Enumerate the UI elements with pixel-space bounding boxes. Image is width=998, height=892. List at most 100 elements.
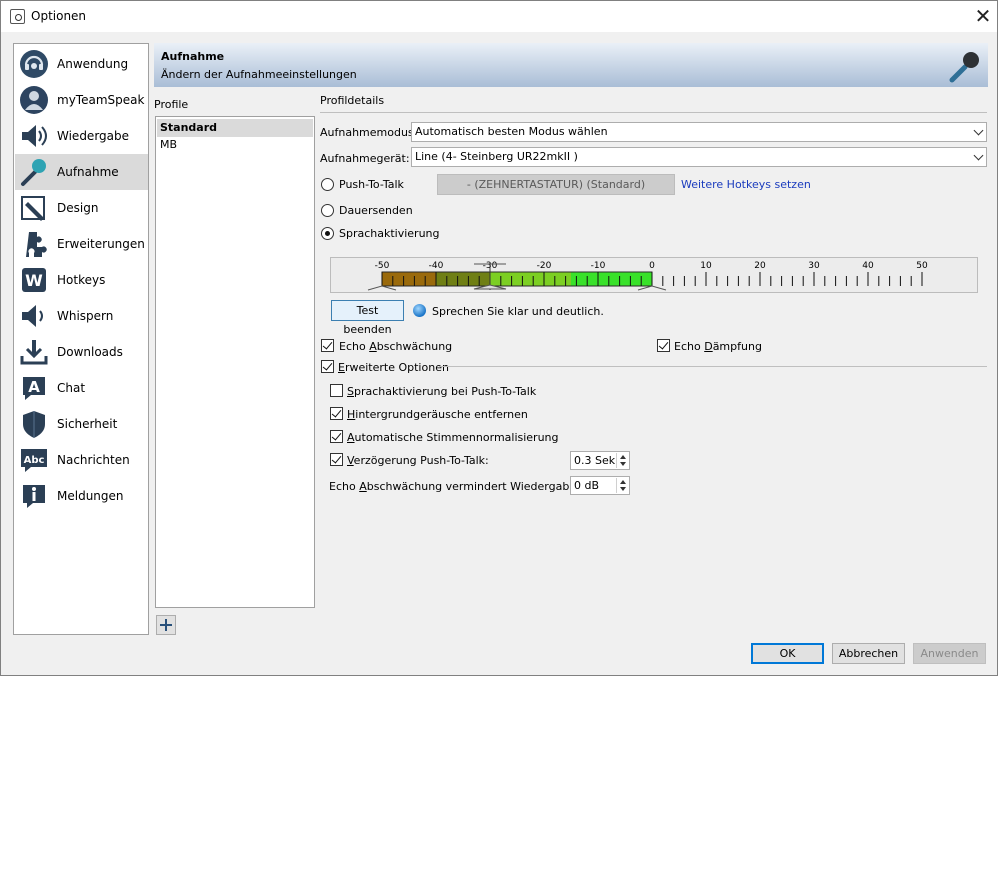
- puzzle-icon: [26, 232, 47, 257]
- stepper-arrows[interactable]: [616, 478, 628, 493]
- stop-test-button[interactable]: Test beenden: [331, 300, 404, 336]
- meter-scale-label: -50: [375, 261, 390, 271]
- mode-label: Aufnahmemodus:: [320, 126, 418, 139]
- echo-damping-checkbox[interactable]: [657, 339, 670, 352]
- sidebar-item-downloads[interactable]: Downloads: [15, 334, 148, 370]
- echo-playback-value: 0 dB: [574, 479, 600, 492]
- echo-reduction-label: Echo Abschwächung: [339, 340, 453, 353]
- status-dot-icon: [413, 304, 426, 317]
- auto-normalize-label: Automatische Stimmennormalisierung: [347, 431, 559, 444]
- title-bar: Optionen ✕: [1, 1, 997, 32]
- pencil-icon: [21, 196, 45, 221]
- voice-activation-label: Sprachaktivierung: [339, 227, 440, 240]
- ptt-label: Push-To-Talk: [339, 178, 404, 191]
- page-subtitle: Ändern der Aufnahmeeinstellungen: [161, 68, 357, 81]
- ptt-delay-stepper[interactable]: 0.3 Sek: [570, 451, 630, 470]
- info-icon: [23, 485, 45, 508]
- abc-message-icon: Abc: [21, 449, 47, 472]
- list-item[interactable]: Standard: [157, 119, 313, 137]
- sidebar-item-erweiterungen[interactable]: Erweiterungen: [15, 226, 148, 262]
- chevron-up-icon[interactable]: [620, 455, 626, 459]
- sidebar-item-label: Aufnahme: [57, 165, 119, 179]
- meter-low-segment: [382, 272, 436, 286]
- ok-button[interactable]: OK: [751, 643, 824, 664]
- sidebar-item-label: Anwendung: [57, 57, 129, 71]
- divider: [320, 112, 987, 113]
- chevron-up-icon[interactable]: [620, 480, 626, 484]
- meter-right-handle: [637, 285, 667, 291]
- meter-high-segment: [571, 272, 652, 286]
- recording-device-select[interactable]: Line (4- Steinberg UR22mkII ): [411, 147, 987, 167]
- close-icon[interactable]: ✕: [969, 3, 997, 31]
- headset-icon: [20, 50, 48, 78]
- meter-lowmid-segment: [436, 272, 490, 286]
- ptt-radio[interactable]: [321, 178, 334, 191]
- sidebar-item-label: Hotkeys: [57, 273, 106, 287]
- shield-icon: [23, 411, 45, 438]
- profile-list: Standard MB: [155, 116, 315, 608]
- page-header: Aufnahme Ändern der Aufnahmeeinstellunge…: [154, 43, 988, 87]
- voice-ptt-checkbox[interactable]: [330, 384, 343, 397]
- profile-details-label: Profildetails: [320, 94, 385, 107]
- sidebar-item-label: Wiedergabe: [57, 129, 130, 143]
- sidebar-item-myteamspeak[interactable]: myTeamSpeak: [15, 82, 148, 118]
- page-title: Aufnahme: [161, 50, 225, 63]
- voice-ptt-label: Sprachaktivierung bei Push-To-Talk: [347, 385, 537, 398]
- meter-scale-label: -20: [537, 261, 552, 271]
- sidebar-item-design[interactable]: Design: [15, 190, 148, 226]
- level-meter[interactable]: -50 -40 -30 -20 -10 0 10 20 30 40 50: [330, 257, 978, 293]
- advanced-options-checkbox[interactable]: [321, 360, 334, 373]
- sidebar-item-chat[interactable]: A Chat: [15, 370, 148, 406]
- ptt-delay-label: Verzögerung Push-To-Talk:: [347, 454, 489, 467]
- ptt-hotkey-button[interactable]: - (ZEHNERTASTATUR) (Standard): [437, 174, 675, 195]
- sidebar-item-meldungen[interactable]: Meldungen: [15, 478, 148, 514]
- more-hotkeys-link[interactable]: Weitere Hotkeys setzen: [681, 178, 811, 191]
- chevron-down-icon[interactable]: [620, 462, 626, 466]
- sidebar-item-wiedergabe[interactable]: Wiedergabe: [15, 118, 148, 154]
- list-item[interactable]: MB: [157, 136, 313, 154]
- sidebar-item-anwendung[interactable]: Anwendung: [15, 46, 148, 82]
- ptt-delay-checkbox[interactable]: [330, 453, 343, 466]
- cancel-button[interactable]: Abbrechen: [832, 643, 905, 664]
- sidebar-item-label: Nachrichten: [57, 453, 130, 467]
- ptt-delay-value: 0.3 Sek: [574, 454, 616, 467]
- sidebar-item-whispern[interactable]: Whispern: [15, 298, 148, 334]
- keyboard-w-icon: W: [22, 268, 46, 292]
- meter-scale-label: 10: [700, 261, 712, 271]
- noise-removal-checkbox[interactable]: [330, 407, 343, 420]
- recording-device-value: Line (4- Steinberg UR22mkII ): [415, 150, 578, 163]
- sidebar-item-hotkeys[interactable]: W Hotkeys: [15, 262, 148, 298]
- continuous-label: Dauersenden: [339, 204, 413, 217]
- continuous-radio[interactable]: [321, 204, 334, 217]
- sidebar-item-nachrichten[interactable]: Abc Nachrichten: [15, 442, 148, 478]
- category-sidebar: Anwendung myTeamSpeak Wiedergabe Aufnahm…: [13, 43, 149, 635]
- sidebar-item-aufnahme[interactable]: Aufnahme: [15, 154, 148, 190]
- stepper-arrows[interactable]: [616, 453, 628, 468]
- sidebar-item-label: Downloads: [57, 345, 123, 359]
- sidebar-item-label: Design: [57, 201, 99, 215]
- echo-reduction-checkbox[interactable]: [321, 339, 334, 352]
- meter-scale-label: 30: [808, 261, 820, 271]
- divider: [439, 366, 987, 367]
- meter-left-handle: [367, 285, 397, 291]
- meter-scale-label: 0: [649, 261, 655, 271]
- user-icon: [20, 86, 48, 114]
- test-message: Sprechen Sie klar und deutlich.: [432, 305, 604, 318]
- apply-button[interactable]: Anwenden: [913, 643, 986, 664]
- echo-playback-label: Echo Abschwächung vermindert Wiedergabe …: [329, 480, 601, 493]
- voice-activation-radio[interactable]: [321, 227, 334, 240]
- sidebar-item-label: Sicherheit: [57, 417, 118, 431]
- options-window: Optionen ✕ Anwendung myTeamSpeak Wiederg…: [0, 0, 998, 676]
- recording-mode-select[interactable]: Automatisch besten Modus wählen: [411, 122, 987, 142]
- chevron-down-icon[interactable]: [620, 487, 626, 491]
- meter-scale-label: 20: [754, 261, 766, 271]
- echo-playback-stepper[interactable]: 0 dB: [570, 476, 630, 495]
- chevron-down-icon: [973, 150, 984, 161]
- sidebar-item-sicherheit[interactable]: Sicherheit: [15, 406, 148, 442]
- add-profile-button[interactable]: [156, 615, 176, 635]
- download-icon: [20, 340, 48, 365]
- sidebar-item-label: Whispern: [57, 309, 114, 323]
- auto-normalize-checkbox[interactable]: [330, 430, 343, 443]
- meter-scale-label: 40: [862, 261, 874, 271]
- window-title: Optionen: [31, 9, 87, 23]
